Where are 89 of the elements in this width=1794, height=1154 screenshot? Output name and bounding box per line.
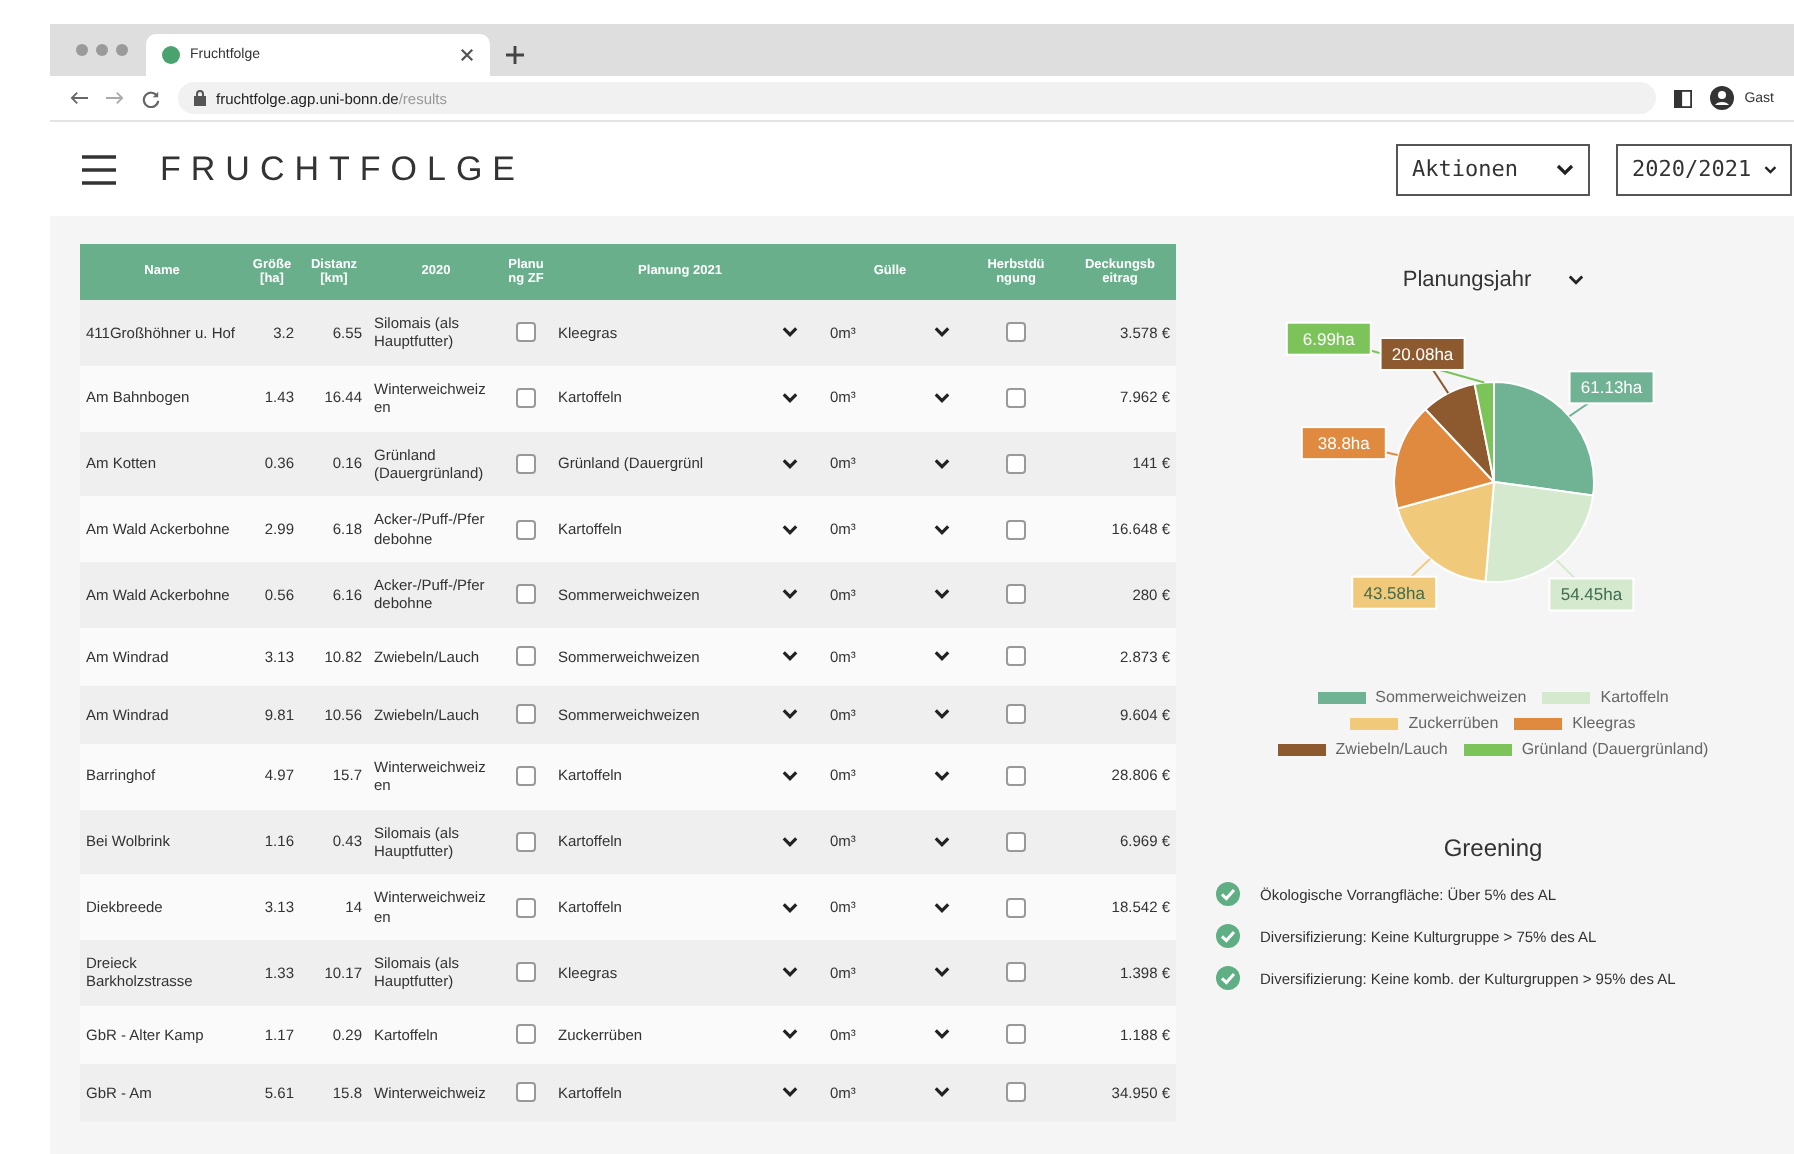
chevron-down-icon bbox=[1763, 163, 1776, 175]
chevron-down-icon bbox=[934, 1086, 950, 1099]
chevron-down-icon bbox=[782, 901, 798, 914]
checkbox[interactable] bbox=[1006, 519, 1026, 540]
legend-label: Grünland (Dauergrünland) bbox=[1521, 740, 1709, 758]
data-label: 61.13ha bbox=[1579, 377, 1642, 398]
data-label: 43.58ha bbox=[1362, 582, 1425, 603]
chevron-down-icon bbox=[782, 708, 798, 721]
reader-icon[interactable] bbox=[1674, 89, 1693, 107]
year-dropdown[interactable]: 2020/2021 bbox=[1616, 143, 1792, 195]
favicon-icon bbox=[162, 46, 180, 64]
checkbox[interactable] bbox=[516, 831, 536, 852]
checkbox[interactable] bbox=[516, 453, 536, 474]
chevron-down-icon bbox=[782, 588, 798, 601]
value-label: 54.45ha bbox=[1547, 577, 1634, 612]
chevron-down-icon bbox=[934, 1028, 950, 1041]
app-title: FRUCHTFOLGE bbox=[160, 149, 525, 189]
checkbox[interactable] bbox=[1006, 962, 1026, 983]
value-label: 6.99ha bbox=[1284, 321, 1371, 356]
data-label: 54.45ha bbox=[1559, 584, 1622, 605]
checkbox[interactable] bbox=[516, 388, 536, 409]
checkbox[interactable] bbox=[516, 897, 536, 918]
lock-icon bbox=[194, 90, 206, 106]
new-tab-icon[interactable] bbox=[506, 46, 524, 64]
chevron-down-icon bbox=[782, 457, 798, 470]
chevron-down-icon bbox=[782, 392, 798, 405]
checkbox[interactable] bbox=[1006, 584, 1026, 605]
checkbox[interactable] bbox=[516, 962, 536, 983]
chevron-down-icon bbox=[934, 588, 950, 601]
value-label: 20.08ha bbox=[1378, 337, 1465, 371]
window-controls-icon[interactable] bbox=[74, 42, 130, 58]
menu-icon[interactable] bbox=[82, 153, 116, 185]
reload-icon[interactable] bbox=[142, 89, 160, 107]
chevron-down-icon bbox=[1567, 274, 1584, 286]
legend-label: Kleegras bbox=[1572, 714, 1636, 732]
checkbox[interactable] bbox=[516, 1024, 536, 1045]
back-arrow-icon[interactable] bbox=[70, 90, 88, 106]
checkbox[interactable] bbox=[1006, 897, 1026, 918]
value-label: 43.58ha bbox=[1350, 575, 1437, 610]
chevron-down-icon bbox=[782, 770, 798, 783]
chevron-down-icon bbox=[934, 770, 950, 783]
value-label: 38.8ha bbox=[1299, 426, 1386, 461]
chevron-down-icon bbox=[782, 966, 798, 979]
value-label: 61.13ha bbox=[1567, 370, 1654, 405]
chevron-down-icon bbox=[934, 326, 950, 339]
chevron-down-icon bbox=[934, 392, 950, 405]
chevron-down-icon bbox=[934, 708, 950, 721]
section-title: Greening bbox=[1443, 834, 1543, 862]
chevron-down-icon bbox=[934, 457, 950, 470]
data-label: 6.99ha bbox=[1301, 328, 1355, 349]
checkbox[interactable] bbox=[516, 519, 536, 540]
legend-label: Sommerweichweizen bbox=[1375, 688, 1527, 706]
checkbox[interactable] bbox=[516, 322, 536, 343]
close-icon[interactable] bbox=[460, 48, 474, 62]
checkbox[interactable] bbox=[1006, 322, 1026, 343]
forward-arrow-icon[interactable] bbox=[106, 90, 124, 106]
checkbox[interactable] bbox=[1006, 646, 1026, 667]
data-label: 20.08ha bbox=[1390, 343, 1453, 364]
checkbox[interactable] bbox=[1006, 1024, 1026, 1045]
chevron-down-icon bbox=[782, 326, 798, 339]
chevron-down-icon bbox=[1556, 163, 1574, 175]
checkbox[interactable] bbox=[1006, 766, 1026, 787]
chevron-down-icon bbox=[934, 966, 950, 979]
legend-label: Kartoffeln bbox=[1600, 688, 1669, 706]
chevron-down-icon bbox=[934, 901, 950, 914]
chevron-down-icon bbox=[782, 523, 798, 536]
legend-label: Zwiebeln/Lauch bbox=[1335, 740, 1448, 758]
checkbox[interactable] bbox=[516, 584, 536, 605]
user-icon[interactable] bbox=[1710, 86, 1735, 110]
checkbox[interactable] bbox=[1006, 1082, 1026, 1103]
planning-year-dropdown[interactable]: Planungsjahr bbox=[1402, 268, 1584, 292]
chevron-down-icon bbox=[782, 1028, 798, 1041]
data-label: 38.8ha bbox=[1316, 433, 1370, 454]
checkbox[interactable] bbox=[1006, 453, 1026, 474]
chevron-down-icon bbox=[782, 835, 798, 848]
chevron-down-icon bbox=[934, 835, 950, 848]
chevron-down-icon bbox=[934, 523, 950, 536]
checkbox[interactable] bbox=[516, 1082, 536, 1103]
checkbox[interactable] bbox=[1006, 704, 1026, 725]
checkbox[interactable] bbox=[516, 646, 536, 667]
actions-dropdown[interactable]: Aktionen bbox=[1396, 143, 1590, 195]
checkbox[interactable] bbox=[1006, 831, 1026, 852]
chevron-down-icon bbox=[782, 650, 798, 663]
checkbox[interactable] bbox=[516, 704, 536, 725]
chevron-down-icon bbox=[934, 650, 950, 663]
checkbox[interactable] bbox=[1006, 388, 1026, 409]
checkbox[interactable] bbox=[516, 766, 536, 787]
chevron-down-icon bbox=[782, 1086, 798, 1099]
legend-label: Zuckerrüben bbox=[1408, 714, 1499, 732]
